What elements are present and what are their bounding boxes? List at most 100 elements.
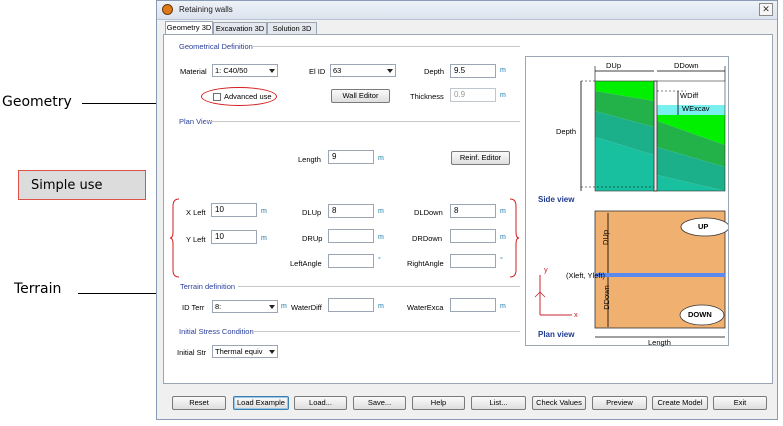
y-left-label: Y Left: [186, 235, 206, 244]
annotation-simple-use-text: Simple use: [31, 177, 103, 193]
window-title: Retaining walls: [179, 5, 233, 14]
depth-label: Depth: [424, 67, 445, 76]
el-id-value: 63: [333, 66, 342, 75]
right-angle-input[interactable]: [450, 254, 496, 268]
axis-arrow: [539, 291, 546, 298]
create-model-button[interactable]: Create Model: [652, 396, 708, 410]
water-exca-input[interactable]: [450, 298, 496, 312]
drdown-input[interactable]: [450, 229, 496, 243]
reset-button[interactable]: Reset: [172, 396, 226, 410]
el-id-label: El ID: [309, 67, 326, 76]
left-angle-label: LeftAngle: [290, 259, 322, 268]
close-icon: ✕: [762, 4, 770, 14]
drup-label: DRUp: [302, 234, 323, 243]
dldown-label: DLDown: [414, 208, 443, 217]
depth-input[interactable]: 9.5: [450, 64, 496, 78]
close-button[interactable]: ✕: [759, 3, 773, 16]
id-terr-select[interactable]: 8:: [212, 300, 278, 313]
thickness-input[interactable]: 0.9: [450, 88, 496, 102]
reinf-editor-button[interactable]: Reinf. Editor: [451, 151, 510, 165]
material-label: Material: [180, 67, 207, 76]
initial-str-value: Thermal equiv: [215, 347, 263, 356]
dldown-unit: m: [500, 208, 506, 215]
dldown-input[interactable]: 8: [450, 204, 496, 218]
list-button[interactable]: List...: [471, 396, 526, 410]
plan-view-title: Plan view: [538, 330, 575, 339]
group-divider: [252, 46, 520, 47]
left-angle-unit: °: [378, 257, 381, 264]
x-left-label: X Left: [186, 208, 206, 217]
length-unit: m: [378, 155, 384, 162]
id-terr-label: ID Terr: [182, 303, 205, 312]
initial-str-select[interactable]: Thermal equiv: [212, 345, 278, 358]
drdown-unit: m: [500, 234, 506, 241]
right-angle-label: RightAngle: [407, 259, 444, 268]
wall: [653, 80, 658, 192]
app-icon: [162, 4, 173, 15]
group-divider: [251, 331, 520, 332]
id-terr-unit: m: [281, 303, 287, 310]
check-values-button[interactable]: Check Values: [532, 396, 586, 410]
wdiff-label: WDiff: [680, 91, 699, 100]
y-left-unit: m: [261, 235, 267, 242]
exit-button[interactable]: Exit: [713, 396, 767, 410]
el-id-select[interactable]: 63: [330, 64, 396, 77]
water-diff-input[interactable]: [328, 298, 374, 312]
depth-unit: m: [500, 67, 506, 74]
group-divider: [238, 286, 520, 287]
preview-button[interactable]: Preview: [592, 396, 647, 410]
length-diagram-label: Length: [648, 338, 671, 347]
y-left-input[interactable]: 10: [211, 230, 257, 244]
help-button[interactable]: Help: [412, 396, 465, 410]
plan-wall-line: [595, 273, 725, 277]
water-diff-label: WaterDiff: [291, 303, 322, 312]
annotation-simple-use: Simple use: [18, 170, 146, 200]
wexcav-label: WExcav: [682, 104, 710, 113]
save-button[interactable]: Save...: [353, 396, 406, 410]
advanced-use-label: Advanced use: [224, 92, 272, 101]
group-title-terrain-definition: Terrain definition: [180, 282, 236, 291]
load-example-button[interactable]: Load Example: [233, 396, 289, 410]
up-label: UP: [698, 222, 709, 231]
length-label: Length: [298, 155, 321, 164]
ddown-vertical-label: DDown: [601, 285, 611, 310]
dlup-input[interactable]: 8: [328, 204, 374, 218]
material-select[interactable]: 1: C40/50: [212, 64, 278, 77]
diagram-panel: DUp DDown Depth WDiff WExcav Side view U…: [525, 56, 729, 347]
x-left-input[interactable]: 10: [211, 203, 257, 217]
side-view-title: Side view: [538, 195, 575, 204]
down-label: DOWN: [688, 310, 712, 319]
drup-unit: m: [378, 234, 384, 241]
title-bar: Retaining walls ✕: [157, 1, 777, 20]
dup-label: DUp: [606, 61, 622, 70]
dup-vertical-label: DUp: [601, 229, 611, 246]
group-title-geometrical-definition: Geometrical Definition: [179, 42, 253, 51]
chevron-down-icon: [269, 305, 275, 309]
x-axis-label: x: [574, 310, 578, 319]
group-title-initial-stress: Initial Stress Condition: [179, 327, 254, 336]
chevron-down-icon: [387, 69, 393, 73]
thickness-unit: m: [500, 92, 506, 99]
water-exca-unit: m: [500, 303, 506, 310]
left-brace: [170, 198, 180, 278]
right-angle-unit: °: [500, 257, 503, 264]
chevron-down-icon: [269, 350, 275, 354]
material-value: 1: C40/50: [215, 66, 248, 75]
drup-input[interactable]: [328, 229, 374, 243]
right-brace: [509, 198, 519, 278]
drdown-label: DRDown: [412, 234, 443, 243]
initial-str-label: Initial Str: [177, 348, 207, 357]
annotation-geometry: Geometry: [2, 94, 72, 110]
id-terr-value: 8:: [215, 302, 222, 311]
thickness-label: Thickness: [410, 92, 444, 101]
ddown-label: DDown: [674, 61, 699, 70]
wall-editor-button[interactable]: Wall Editor: [331, 89, 390, 103]
load-button[interactable]: Load...: [294, 396, 347, 410]
water-exca-label: WaterExca: [407, 303, 444, 312]
left-angle-input[interactable]: [328, 254, 374, 268]
y-axis-label: y: [544, 265, 548, 274]
x-left-unit: m: [261, 208, 267, 215]
advanced-use-checkbox[interactable]: [213, 93, 221, 101]
length-input[interactable]: 9: [328, 150, 374, 164]
water-diff-unit: m: [378, 303, 384, 310]
